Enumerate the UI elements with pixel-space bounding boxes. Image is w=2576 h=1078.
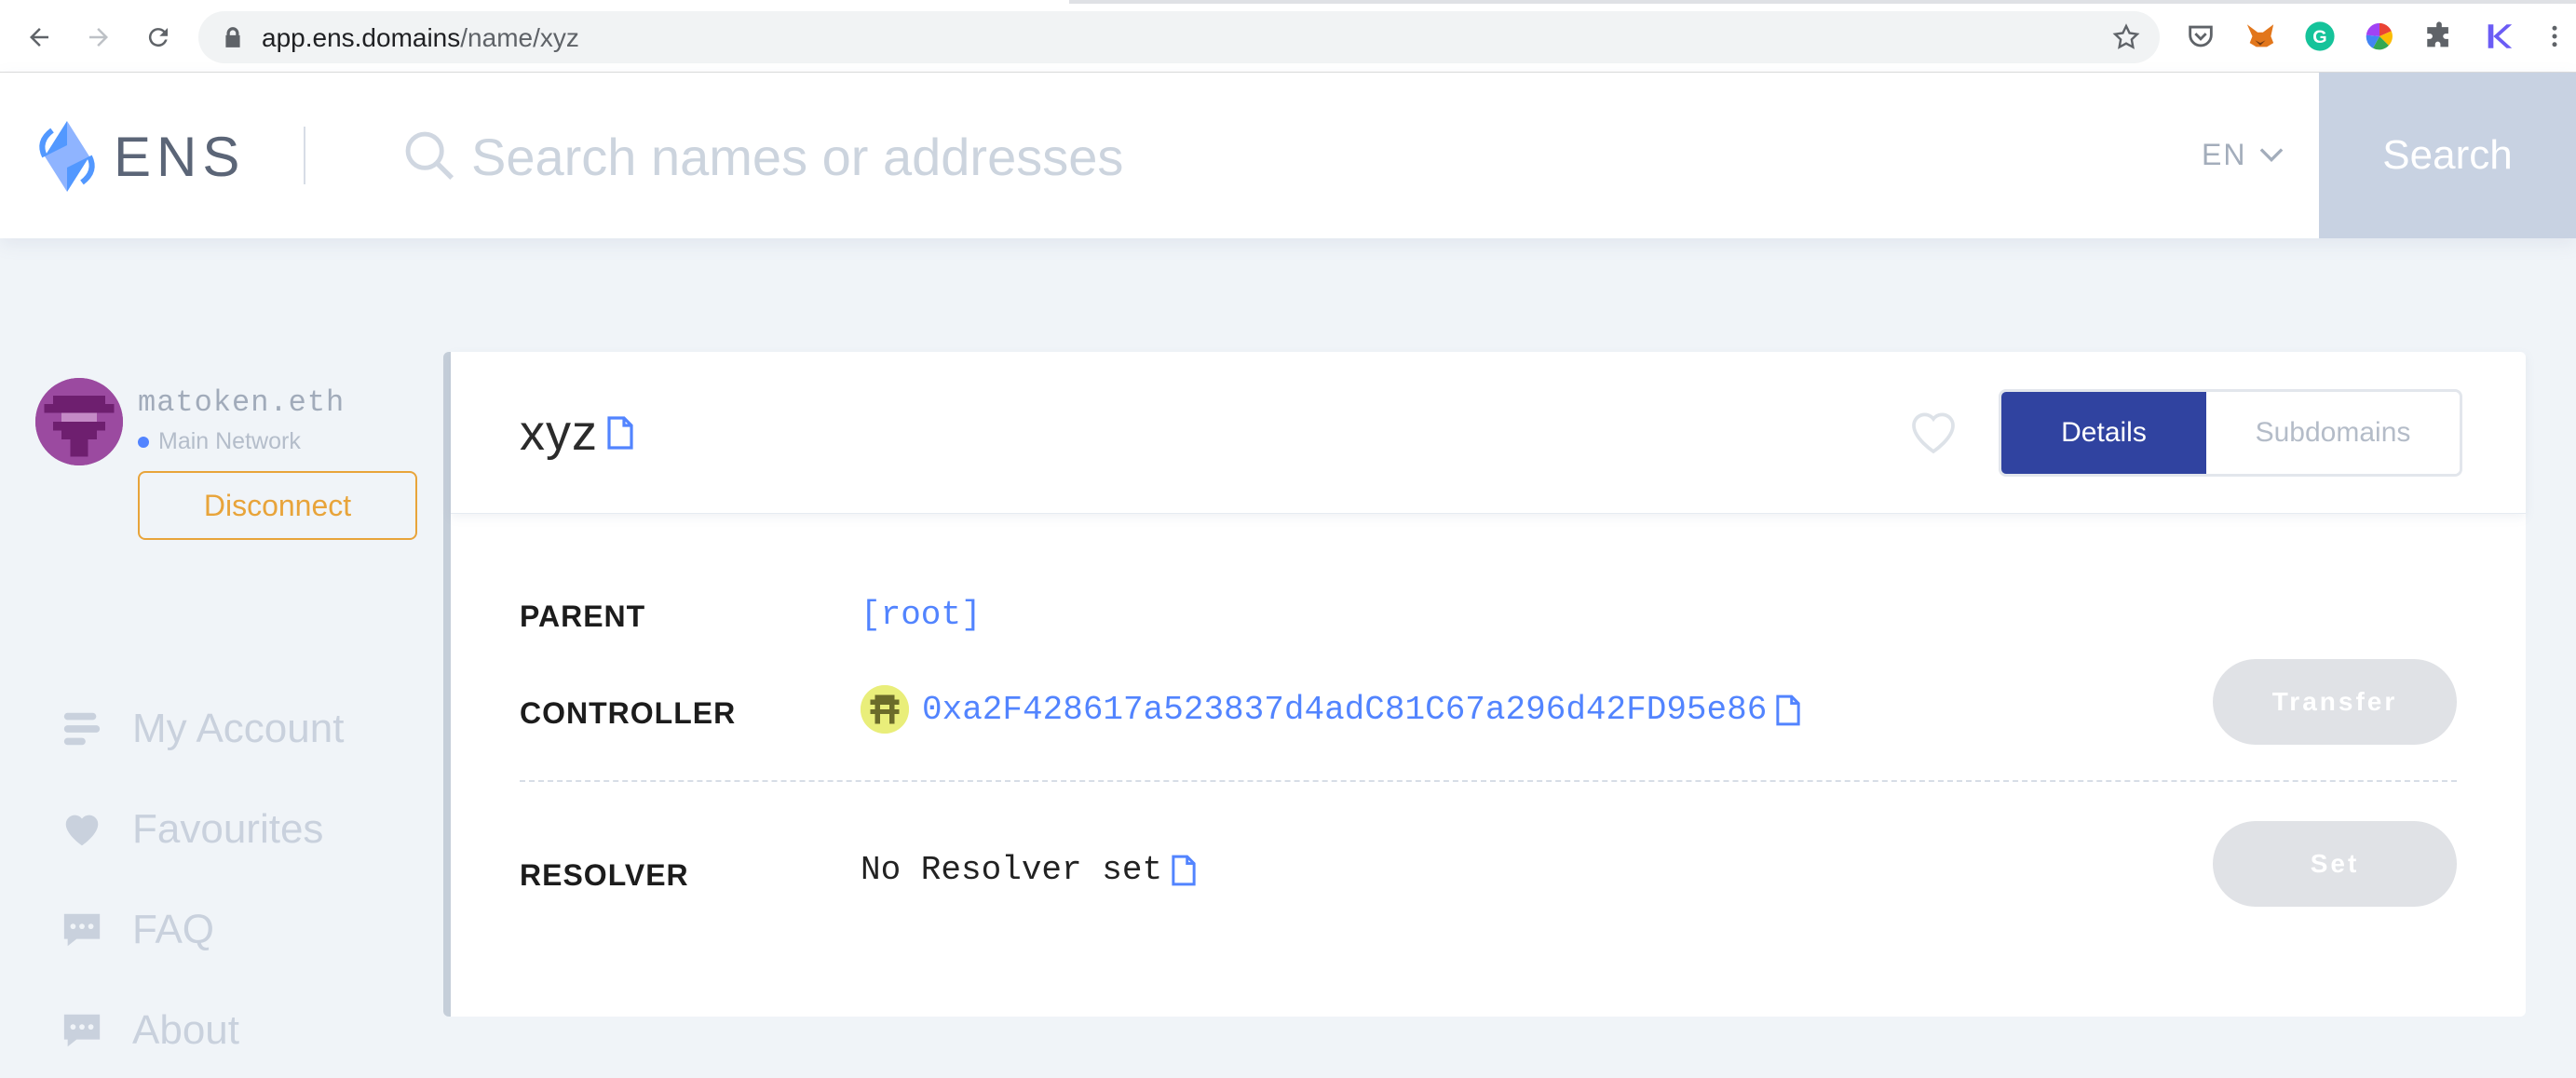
arrow-left-icon	[30, 28, 48, 47]
tab-subdomains[interactable]: Subdomains	[2206, 392, 2460, 474]
reload-icon	[148, 28, 168, 47]
metamask-extension[interactable]	[2243, 19, 2278, 54]
resolver-label: RESOLVER	[520, 858, 689, 892]
language-label: EN	[2202, 138, 2247, 171]
network-name: Main Network	[158, 428, 301, 454]
back-button[interactable]	[19, 17, 60, 58]
url-path: /name/xyz	[460, 23, 579, 52]
domain-tabs: Details Subdomains	[1999, 389, 2462, 477]
app-header: ENS EN Search	[0, 73, 2576, 238]
bookmark-star-icon[interactable]	[2111, 22, 2141, 52]
arrow-right-icon	[89, 28, 108, 47]
address-bar[interactable]: app.ens.domains/name/xyz	[198, 11, 2160, 63]
account-name: matoken.eth	[138, 385, 346, 420]
url-text: app.ens.domains/name/xyz	[262, 23, 579, 53]
sidebar-item-label: Favourites	[132, 806, 324, 852]
chevron-down-icon	[2260, 147, 2284, 162]
chat-icon	[63, 913, 101, 947]
kebab-menu-icon	[2552, 25, 2557, 47]
puzzle-icon	[2427, 21, 2448, 47]
fox-icon	[2246, 24, 2274, 47]
copy-icon[interactable]	[1776, 694, 1800, 726]
parent-label: PARENT	[520, 600, 646, 633]
domain-title: xyz	[520, 404, 633, 462]
extensions-button[interactable]	[2421, 19, 2457, 54]
forward-button[interactable]	[78, 17, 119, 58]
logo-text: ENS	[114, 125, 246, 188]
sidebar-item-label: About	[132, 1007, 239, 1053]
search-icon	[405, 131, 454, 181]
tab-details[interactable]: Details	[2001, 392, 2206, 474]
heart-icon	[65, 815, 99, 846]
color-extension[interactable]	[2362, 19, 2397, 54]
language-selector[interactable]: EN	[2202, 138, 2284, 172]
set-resolver-button[interactable]: Set	[2213, 821, 2457, 907]
url-host: app.ens.domains	[262, 23, 461, 52]
grammarly-extension[interactable]: G	[2302, 19, 2338, 54]
parent-link[interactable]: [root]	[861, 596, 982, 634]
domain-card-header: xyz Details Subdomains	[451, 352, 2526, 514]
sidebar-item-faq[interactable]: FAQ	[60, 897, 214, 963]
controller-avatar	[861, 685, 909, 734]
sidebar-item-label: My Account	[132, 706, 345, 751]
tab-strip	[0, 0, 2576, 4]
pocket-extension[interactable]	[2183, 19, 2218, 54]
controller-address: 0xa2F428617a523837d4adC81C67a296d42FD95e…	[922, 691, 1800, 729]
chat-icon	[63, 1014, 101, 1047]
sidebar-item-about[interactable]: About	[60, 998, 239, 1063]
avatar	[35, 378, 123, 465]
copy-icon[interactable]	[607, 416, 633, 450]
k-logo-icon	[2488, 24, 2513, 48]
header-divider	[304, 127, 305, 184]
controller-address-link[interactable]: 0xa2F428617a523837d4adC81C67a296d42FD95e…	[922, 691, 1767, 729]
row-divider	[520, 780, 2457, 782]
disconnect-button[interactable]: Disconnect	[138, 471, 417, 540]
resolver-text: No Resolver set	[861, 851, 1163, 889]
color-wheel-icon	[2366, 22, 2393, 50]
sidebar-item-my-account[interactable]: My Account	[60, 696, 344, 761]
network-dot-icon	[138, 436, 149, 448]
controller-label: CONTROLLER	[520, 696, 737, 730]
sidebar-item-favourites[interactable]: Favourites	[60, 797, 323, 862]
pocket-icon	[2189, 25, 2213, 47]
account-identicon	[35, 378, 123, 465]
domain-card: xyz Details Subdomains PARENT [root] CON…	[443, 352, 2526, 1017]
domain-name: xyz	[520, 405, 598, 461]
controller-identicon	[861, 685, 909, 734]
copy-icon[interactable]	[1172, 855, 1196, 886]
k-extension[interactable]	[2481, 19, 2516, 54]
grammarly-icon: G	[2305, 21, 2335, 51]
ens-logo[interactable]: ENS	[34, 119, 245, 194]
transfer-button[interactable]: Transfer	[2213, 659, 2457, 745]
browser-toolbar: app.ens.domains/name/xyz G	[0, 0, 2576, 73]
favourite-heart-icon[interactable]	[1907, 408, 1959, 456]
search-button[interactable]: Search	[2319, 73, 2576, 238]
resolver-value: No Resolver set	[861, 851, 1196, 889]
reload-button[interactable]	[138, 17, 179, 58]
search-input[interactable]	[471, 110, 2054, 203]
network-status: Main Network	[138, 428, 301, 455]
list-icon	[63, 712, 101, 746]
svg-text:G: G	[2312, 27, 2326, 47]
ens-diamond-icon	[39, 121, 95, 192]
browser-menu-button[interactable]	[2541, 19, 2569, 54]
lock-icon	[225, 27, 240, 47]
sidebar-item-label: FAQ	[132, 907, 215, 952]
